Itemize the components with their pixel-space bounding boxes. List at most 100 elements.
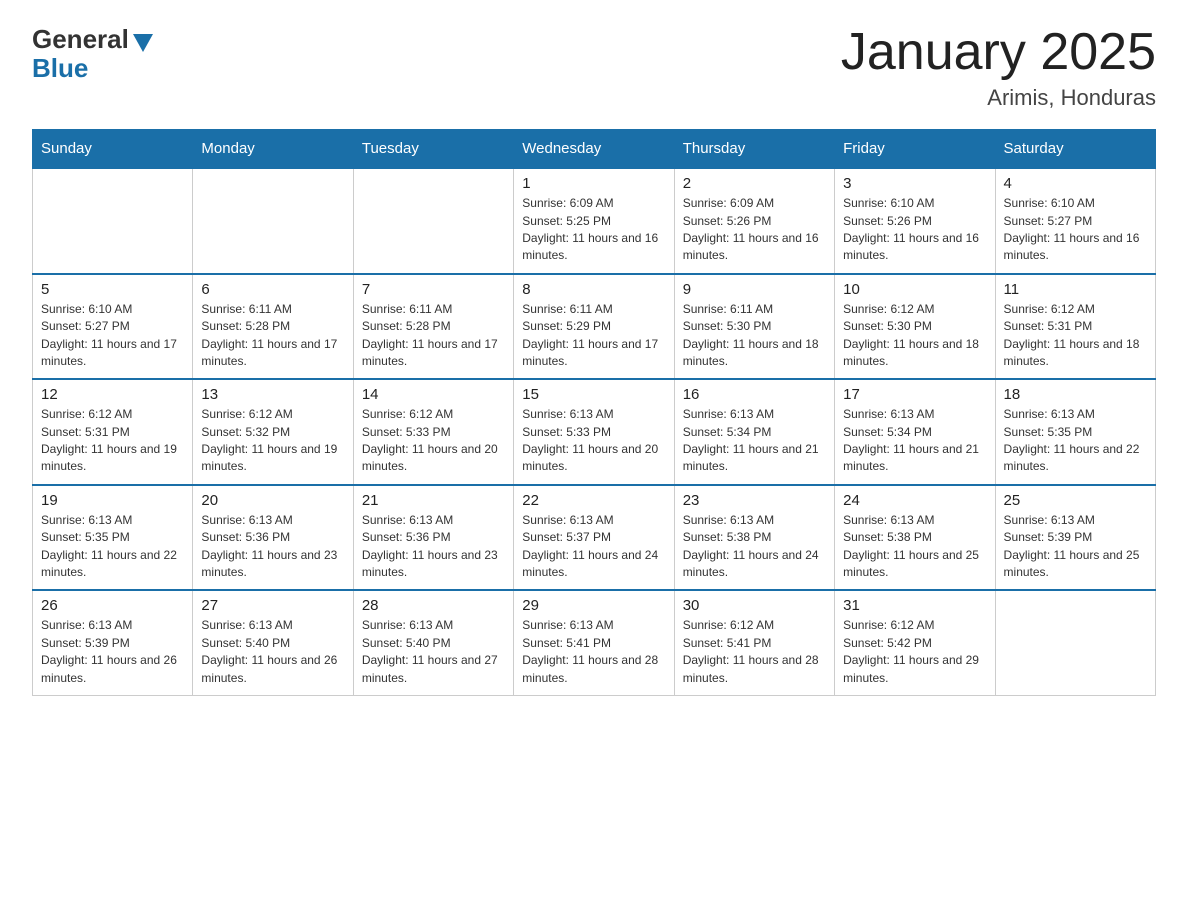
logo-blue-text: Blue xyxy=(32,53,88,84)
day-info: Sunrise: 6:11 AM Sunset: 5:28 PM Dayligh… xyxy=(201,301,344,371)
day-info: Sunrise: 6:12 AM Sunset: 5:31 PM Dayligh… xyxy=(41,406,184,476)
day-number: 3 xyxy=(843,175,986,192)
day-info: Sunrise: 6:13 AM Sunset: 5:35 PM Dayligh… xyxy=(41,512,184,582)
calendar-cell: 7 Sunrise: 6:11 AM Sunset: 5:28 PM Daylig… xyxy=(353,274,513,380)
day-number: 24 xyxy=(843,492,986,509)
day-info: Sunrise: 6:12 AM Sunset: 5:31 PM Dayligh… xyxy=(1004,301,1147,371)
logo: General Blue xyxy=(32,24,153,84)
calendar-cell: 10Sunrise: 6:12 AM Sunset: 5:30 PM Dayli… xyxy=(835,274,995,380)
day-number: 2 xyxy=(683,175,826,192)
day-number: 29 xyxy=(522,597,665,614)
calendar-cell xyxy=(193,168,353,274)
day-info: Sunrise: 6:13 AM Sunset: 5:36 PM Dayligh… xyxy=(362,512,505,582)
calendar-body: 1 Sunrise: 6:09 AM Sunset: 5:25 PM Daylig… xyxy=(33,168,1156,695)
week-row-2: 5Sunrise: 6:10 AM Sunset: 5:27 PM Daylig… xyxy=(33,274,1156,380)
day-number: 22 xyxy=(522,492,665,509)
day-number: 8 xyxy=(522,281,665,298)
day-info: Sunrise: 6:10 AM Sunset: 5:27 PM Dayligh… xyxy=(1004,195,1147,265)
day-info: Sunrise: 6:10 AM Sunset: 5:27 PM Dayligh… xyxy=(41,301,184,371)
day-info: Sunrise: 6:12 AM Sunset: 5:32 PM Dayligh… xyxy=(201,406,344,476)
day-info: Sunrise: 6:13 AM Sunset: 5:36 PM Dayligh… xyxy=(201,512,344,582)
day-number: 12 xyxy=(41,386,184,403)
day-number: 7 xyxy=(362,281,505,298)
day-number: 1 xyxy=(522,175,665,192)
calendar-cell: 22 Sunrise: 6:13 AM Sunset: 5:37 PM Dayli… xyxy=(514,485,674,591)
calendar-header: Sunday Monday Tuesday Wednesday Thursday… xyxy=(33,130,1156,169)
day-info: Sunrise: 6:13 AM Sunset: 5:39 PM Dayligh… xyxy=(41,617,184,687)
calendar-cell: 15Sunrise: 6:13 AM Sunset: 5:33 PM Dayli… xyxy=(514,379,674,485)
day-info: Sunrise: 6:11 AM Sunset: 5:28 PM Dayligh… xyxy=(362,301,505,371)
calendar-cell: 30 Sunrise: 6:12 AM Sunset: 5:41 PM Dayli… xyxy=(674,590,834,695)
calendar-cell: 13 Sunrise: 6:12 AM Sunset: 5:32 PM Dayli… xyxy=(193,379,353,485)
calendar-cell: 23Sunrise: 6:13 AM Sunset: 5:38 PM Dayli… xyxy=(674,485,834,591)
calendar-cell: 25Sunrise: 6:13 AM Sunset: 5:39 PM Dayli… xyxy=(995,485,1155,591)
calendar-cell: 28 Sunrise: 6:13 AM Sunset: 5:40 PM Dayli… xyxy=(353,590,513,695)
header-thursday: Thursday xyxy=(674,130,834,169)
calendar-cell: 12 Sunrise: 6:12 AM Sunset: 5:31 PM Dayli… xyxy=(33,379,193,485)
day-number: 17 xyxy=(843,386,986,403)
header-sunday: Sunday xyxy=(33,130,193,169)
week-row-3: 12 Sunrise: 6:12 AM Sunset: 5:31 PM Dayli… xyxy=(33,379,1156,485)
header-row: Sunday Monday Tuesday Wednesday Thursday… xyxy=(33,130,1156,169)
calendar-cell: 4 Sunrise: 6:10 AM Sunset: 5:27 PM Daylig… xyxy=(995,168,1155,274)
page-header: General Blue January 2025 Arimis, Hondur… xyxy=(32,24,1156,111)
calendar-cell: 3 Sunrise: 6:10 AM Sunset: 5:26 PM Daylig… xyxy=(835,168,995,274)
day-number: 27 xyxy=(201,597,344,614)
calendar-cell: 14Sunrise: 6:12 AM Sunset: 5:33 PM Dayli… xyxy=(353,379,513,485)
day-info: Sunrise: 6:13 AM Sunset: 5:38 PM Dayligh… xyxy=(683,512,826,582)
day-number: 10 xyxy=(843,281,986,298)
day-number: 28 xyxy=(362,597,505,614)
calendar-cell: 29 Sunrise: 6:13 AM Sunset: 5:41 PM Dayli… xyxy=(514,590,674,695)
day-info: Sunrise: 6:13 AM Sunset: 5:34 PM Dayligh… xyxy=(843,406,986,476)
day-info: Sunrise: 6:13 AM Sunset: 5:40 PM Dayligh… xyxy=(362,617,505,687)
calendar-cell: 21 Sunrise: 6:13 AM Sunset: 5:36 PM Dayli… xyxy=(353,485,513,591)
day-info: Sunrise: 6:11 AM Sunset: 5:30 PM Dayligh… xyxy=(683,301,826,371)
calendar-cell xyxy=(33,168,193,274)
day-info: Sunrise: 6:13 AM Sunset: 5:41 PM Dayligh… xyxy=(522,617,665,687)
day-number: 9 xyxy=(683,281,826,298)
calendar-cell: 16 Sunrise: 6:13 AM Sunset: 5:34 PM Dayli… xyxy=(674,379,834,485)
logo-general-text: General xyxy=(32,24,129,55)
header-friday: Friday xyxy=(835,130,995,169)
calendar-cell xyxy=(353,168,513,274)
day-number: 4 xyxy=(1004,175,1147,192)
day-info: Sunrise: 6:13 AM Sunset: 5:34 PM Dayligh… xyxy=(683,406,826,476)
day-info: Sunrise: 6:12 AM Sunset: 5:41 PM Dayligh… xyxy=(683,617,826,687)
calendar-cell: 8 Sunrise: 6:11 AM Sunset: 5:29 PM Daylig… xyxy=(514,274,674,380)
day-info: Sunrise: 6:10 AM Sunset: 5:26 PM Dayligh… xyxy=(843,195,986,265)
day-number: 11 xyxy=(1004,281,1147,298)
title-section: January 2025 Arimis, Honduras xyxy=(841,24,1156,111)
header-wednesday: Wednesday xyxy=(514,130,674,169)
header-saturday: Saturday xyxy=(995,130,1155,169)
day-number: 25 xyxy=(1004,492,1147,509)
day-number: 26 xyxy=(41,597,184,614)
day-number: 14 xyxy=(362,386,505,403)
day-number: 21 xyxy=(362,492,505,509)
day-info: Sunrise: 6:12 AM Sunset: 5:42 PM Dayligh… xyxy=(843,617,986,687)
week-row-1: 1 Sunrise: 6:09 AM Sunset: 5:25 PM Daylig… xyxy=(33,168,1156,274)
day-number: 30 xyxy=(683,597,826,614)
day-number: 31 xyxy=(843,597,986,614)
calendar-cell: 6 Sunrise: 6:11 AM Sunset: 5:28 PM Daylig… xyxy=(193,274,353,380)
calendar-cell: 5Sunrise: 6:10 AM Sunset: 5:27 PM Daylig… xyxy=(33,274,193,380)
calendar-cell xyxy=(995,590,1155,695)
week-row-5: 26 Sunrise: 6:13 AM Sunset: 5:39 PM Dayli… xyxy=(33,590,1156,695)
day-info: Sunrise: 6:13 AM Sunset: 5:35 PM Dayligh… xyxy=(1004,406,1147,476)
day-number: 19 xyxy=(41,492,184,509)
week-row-4: 19 Sunrise: 6:13 AM Sunset: 5:35 PM Dayli… xyxy=(33,485,1156,591)
day-info: Sunrise: 6:09 AM Sunset: 5:25 PM Dayligh… xyxy=(522,195,665,265)
calendar-table: Sunday Monday Tuesday Wednesday Thursday… xyxy=(32,129,1156,696)
calendar-cell: 17 Sunrise: 6:13 AM Sunset: 5:34 PM Dayli… xyxy=(835,379,995,485)
day-info: Sunrise: 6:13 AM Sunset: 5:37 PM Dayligh… xyxy=(522,512,665,582)
day-number: 16 xyxy=(683,386,826,403)
day-number: 13 xyxy=(201,386,344,403)
day-number: 6 xyxy=(201,281,344,298)
day-info: Sunrise: 6:09 AM Sunset: 5:26 PM Dayligh… xyxy=(683,195,826,265)
logo-triangle-icon xyxy=(133,34,153,52)
calendar-cell: 27Sunrise: 6:13 AM Sunset: 5:40 PM Dayli… xyxy=(193,590,353,695)
day-info: Sunrise: 6:13 AM Sunset: 5:33 PM Dayligh… xyxy=(522,406,665,476)
calendar-title: January 2025 xyxy=(841,24,1156,81)
header-tuesday: Tuesday xyxy=(353,130,513,169)
day-info: Sunrise: 6:11 AM Sunset: 5:29 PM Dayligh… xyxy=(522,301,665,371)
calendar-cell: 1 Sunrise: 6:09 AM Sunset: 5:25 PM Daylig… xyxy=(514,168,674,274)
